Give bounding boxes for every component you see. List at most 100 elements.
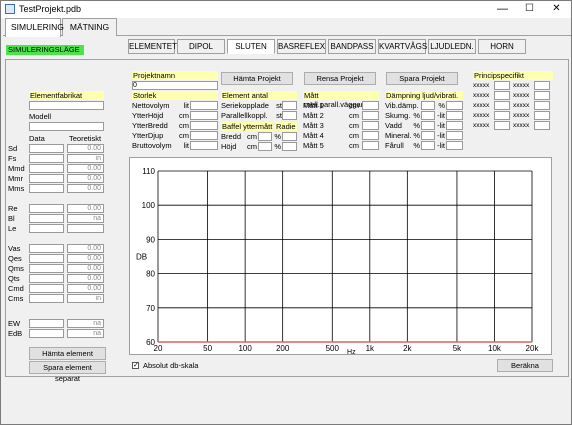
subtab-sluten[interactable]: SLUTEN	[227, 39, 275, 54]
tab-matning[interactable]: MÄTNING	[62, 18, 117, 36]
param-label-bl: Bl	[8, 214, 15, 223]
princip-field-9[interactable]	[534, 121, 550, 130]
teoretiskt-column-header: Teoretiskt	[69, 134, 102, 143]
princip-label-7: xxxxx	[513, 112, 530, 119]
dampning-field-b-0[interactable]	[446, 101, 463, 110]
param-data-re[interactable]	[29, 204, 64, 213]
hamta-projekt-button[interactable]: Hämta Projekt	[221, 72, 293, 85]
subtab-dipol[interactable]: DIPOL	[177, 39, 225, 54]
princip-field-7[interactable]	[534, 111, 550, 120]
y-tick-label-3: 90	[146, 235, 155, 244]
hamta-element-button[interactable]: Hämta element separat	[29, 347, 106, 369]
dampning-unit-4: %	[413, 141, 420, 150]
subtab-elementet[interactable]: ELEMENTET	[128, 39, 177, 54]
param-data-edb[interactable]	[29, 329, 64, 338]
matt-field-3[interactable]	[362, 131, 379, 140]
param-data-vas[interactable]	[29, 244, 64, 253]
dampning-field-b-1[interactable]	[446, 111, 463, 120]
baffel-unit-1: cm	[247, 142, 257, 151]
matt-label-3: Mått 4	[303, 131, 324, 140]
dampning-field-b-3[interactable]	[446, 131, 463, 140]
matt-field-1[interactable]	[362, 111, 379, 120]
dampning-field-a-2[interactable]	[421, 121, 435, 130]
princip-field-2[interactable]	[494, 91, 510, 100]
elementfabrikat-field[interactable]	[29, 101, 104, 110]
param-data-le[interactable]	[29, 224, 64, 233]
param-teoretiskt-qes: 0.00	[67, 254, 104, 263]
param-teoretiskt-bl: na	[67, 214, 104, 223]
princip-field-0[interactable]	[494, 81, 510, 90]
radie-header: Radie	[275, 122, 297, 131]
storlek-field-2[interactable]	[190, 121, 218, 130]
princip-field-5[interactable]	[534, 101, 550, 110]
spara-projekt-button[interactable]: Spara Projekt	[386, 72, 458, 85]
rensa-projekt-button[interactable]: Rensa Projekt	[304, 72, 376, 85]
dampning-field-b-2[interactable]	[446, 121, 463, 130]
princip-field-3[interactable]	[534, 91, 550, 100]
princip-field-1[interactable]	[534, 81, 550, 90]
param-data-cmd[interactable]	[29, 284, 64, 293]
princip-field-4[interactable]	[494, 101, 510, 110]
param-data-cms[interactable]	[29, 294, 64, 303]
baffel-label-1: Höjd	[221, 142, 237, 151]
princip-field-8[interactable]	[494, 121, 510, 130]
dampning-field-a-0[interactable]	[421, 101, 435, 110]
baffel-unit2-1: %	[274, 142, 281, 151]
antal-field-1[interactable]	[282, 111, 297, 120]
x-tick-label-2: 100	[238, 344, 252, 353]
radie-field-0[interactable]	[282, 132, 297, 141]
param-data-sd[interactable]	[29, 144, 64, 153]
storlek-field-4[interactable]	[190, 141, 218, 150]
param-data-qts[interactable]	[29, 274, 64, 283]
storlek-field-3[interactable]	[190, 131, 218, 140]
close-icon[interactable]: ✕	[543, 1, 570, 18]
absolut-db-checkbox[interactable]: ✓	[132, 362, 139, 369]
param-data-qms[interactable]	[29, 264, 64, 273]
antal-field-0[interactable]	[282, 101, 297, 110]
x-tick-label-4: 500	[326, 344, 340, 353]
param-label-qts: Qts	[8, 274, 20, 283]
berakna-button[interactable]: Beräkna	[497, 359, 553, 372]
param-label-sd: Sd	[8, 144, 18, 153]
storlek-field-1[interactable]	[190, 111, 218, 120]
baffel-field-0[interactable]	[258, 132, 272, 141]
matt-field-0[interactable]	[362, 101, 379, 110]
param-data-qes[interactable]	[29, 254, 64, 263]
matt-field-2[interactable]	[362, 121, 379, 130]
subtab-basreflex[interactable]: BASREFLEX	[277, 39, 326, 54]
storlek-field-0[interactable]	[190, 101, 218, 110]
param-data-mmd[interactable]	[29, 164, 64, 173]
tab-simulering[interactable]: SIMULERING	[5, 18, 64, 37]
dampning-field-a-1[interactable]	[421, 111, 435, 120]
dampning-field-b-4[interactable]	[446, 141, 463, 150]
param-data-fs[interactable]	[29, 154, 64, 163]
radie-field-1[interactable]	[282, 142, 297, 151]
modell-field[interactable]	[29, 122, 104, 131]
dampning-field-a-3[interactable]	[421, 131, 435, 140]
minimize-icon[interactable]: —	[489, 1, 516, 18]
dampning-field-a-4[interactable]	[421, 141, 435, 150]
storlek-unit-1: cm	[179, 111, 189, 120]
storlek-label-1: YtterHöjd	[132, 111, 164, 120]
y-tick-label-0: 60	[146, 338, 155, 347]
subtab-bandpass[interactable]: BANDPASS	[328, 39, 376, 54]
param-data-mms[interactable]	[29, 184, 64, 193]
subtab-horn[interactable]: HORN	[478, 39, 526, 54]
matt-field-4[interactable]	[362, 141, 379, 150]
projektnamn-field[interactable]: 0	[132, 81, 218, 90]
princip-field-6[interactable]	[494, 111, 510, 120]
subtab-kvartvags[interactable]: KVARTVÅGS	[378, 39, 427, 54]
spara-element-button[interactable]: Spara element separat	[29, 361, 106, 383]
maximize-icon[interactable]: ☐	[516, 1, 543, 18]
antal-label-1: Parallellkoppl.	[221, 111, 268, 120]
baffel-field-1[interactable]	[258, 142, 272, 151]
param-data-mmr[interactable]	[29, 174, 64, 183]
param-teoretiskt-fs: in	[67, 154, 104, 163]
subtab-ljudledn[interactable]: LJUDLEDN.	[428, 39, 476, 54]
title-bar: TestProjekt.pdb — ☐ ✕	[1, 1, 571, 18]
storlek-header: Storlek	[132, 91, 218, 100]
dampning-unit-0	[413, 101, 420, 110]
param-data-ew[interactable]	[29, 319, 64, 328]
param-label-cmd: Cmd	[8, 284, 24, 293]
param-data-bl[interactable]	[29, 214, 64, 223]
